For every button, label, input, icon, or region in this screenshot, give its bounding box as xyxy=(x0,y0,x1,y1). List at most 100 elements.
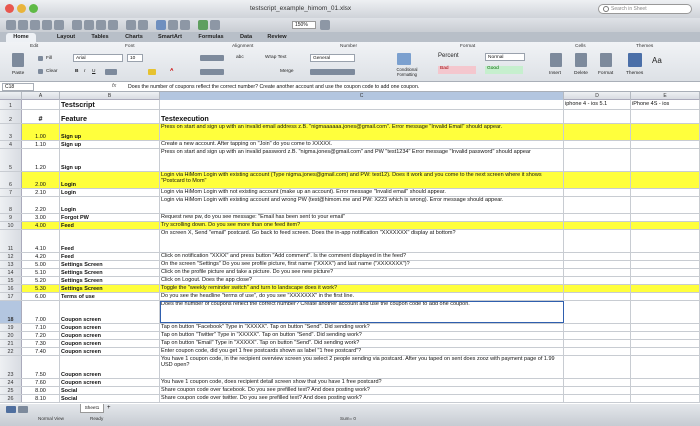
bold-icon[interactable]: B xyxy=(75,69,78,74)
row-header[interactable]: 25 xyxy=(0,387,22,394)
fill-color-icon[interactable] xyxy=(148,69,156,75)
zoom-select[interactable]: 150% xyxy=(292,21,316,29)
cell-number[interactable]: 4.00 xyxy=(22,222,60,229)
column-header-a[interactable]: A xyxy=(22,92,60,100)
row-header[interactable]: 11 xyxy=(0,230,22,252)
cell-number[interactable]: 7.60 xyxy=(22,379,60,386)
row-header[interactable]: 1 xyxy=(0,100,22,109)
cell-device-iphone4[interactable] xyxy=(564,110,631,123)
cell-device-iphone4s[interactable] xyxy=(631,356,700,378)
fill-icon[interactable] xyxy=(38,56,43,61)
cell-device-iphone4[interactable] xyxy=(564,395,631,402)
clear-icon[interactable] xyxy=(38,69,43,74)
cell-device-iphone4[interactable] xyxy=(564,222,631,229)
save-icon[interactable] xyxy=(42,20,52,30)
number-format-select[interactable]: General xyxy=(310,54,355,62)
paste-icon[interactable] xyxy=(96,20,106,30)
cell-number[interactable]: 7.10 xyxy=(22,324,60,331)
close-icon[interactable] xyxy=(5,4,14,13)
cell-device-iphone4[interactable] xyxy=(564,261,631,268)
row-header[interactable]: 16 xyxy=(0,285,22,292)
fx-icon[interactable]: fx xyxy=(112,83,116,89)
cell-number[interactable]: 5.30 xyxy=(22,285,60,292)
cell-number[interactable]: 3.00 xyxy=(22,214,60,221)
copy-icon[interactable] xyxy=(84,20,94,30)
cell-feature[interactable]: Social xyxy=(60,395,160,402)
borders-icon[interactable] xyxy=(105,69,117,75)
cell-device-iphone4s[interactable] xyxy=(631,253,700,260)
zoom-icon[interactable] xyxy=(29,4,38,13)
cell-device-iphone4[interactable] xyxy=(564,197,631,213)
cell-device-iphone4s[interactable] xyxy=(631,301,700,323)
open-icon[interactable] xyxy=(30,20,40,30)
cell-device-iphone4[interactable] xyxy=(564,387,631,394)
cell-testexecution[interactable]: You have 1 coupon code, in the recipient… xyxy=(160,356,564,378)
cell-feature[interactable]: Coupon screen xyxy=(60,324,160,331)
cell-testexecution[interactable]: Login via HiMom Login with not existing … xyxy=(160,189,564,196)
abc-button[interactable]: abc xyxy=(236,55,244,60)
column-header-c[interactable]: C xyxy=(160,92,564,100)
cell-testexecution[interactable]: Request new pw, do you see message: "Ema… xyxy=(160,214,564,221)
cell-device-iphone4s[interactable] xyxy=(631,172,700,188)
cell-device-iphone4[interactable] xyxy=(564,230,631,252)
cell-number[interactable]: 5.20 xyxy=(22,277,60,284)
filter-icon[interactable] xyxy=(180,20,190,30)
cell-device-iphone4[interactable] xyxy=(564,301,631,323)
cell-device-iphone4s[interactable] xyxy=(631,214,700,221)
row-header[interactable]: 18 xyxy=(0,301,22,323)
style-good[interactable]: Good xyxy=(485,66,523,74)
row-header[interactable]: 4 xyxy=(0,141,22,148)
tab-charts[interactable]: Charts xyxy=(120,33,148,42)
formula-input[interactable]: Does the number of coupons reflect the c… xyxy=(128,83,419,91)
cell-number[interactable]: 4.20 xyxy=(22,253,60,260)
normal-view-icon[interactable] xyxy=(6,406,16,413)
autosum-icon[interactable] xyxy=(156,20,166,30)
conditional-formatting-icon[interactable] xyxy=(397,53,411,65)
cell-number[interactable]: 2.20 xyxy=(22,197,60,213)
cell-number[interactable]: 4.10 xyxy=(22,230,60,252)
cell-device-iphone4s[interactable] xyxy=(631,261,700,268)
cell-feature[interactable]: Feature xyxy=(60,110,160,123)
cell-number[interactable]: 2.10 xyxy=(22,189,60,196)
cell-device-iphone4s[interactable] xyxy=(631,395,700,402)
row-header[interactable]: 7 xyxy=(0,189,22,196)
style-normal[interactable]: Normal xyxy=(485,53,525,61)
cell-device-iphone4s[interactable] xyxy=(631,348,700,355)
cell-testexecution[interactable]: Click on the profile picture and take a … xyxy=(160,269,564,276)
tab-tables[interactable]: Tables xyxy=(87,33,113,42)
cell-number[interactable]: 5.10 xyxy=(22,269,60,276)
theme-fonts-button[interactable]: Aa xyxy=(652,56,662,65)
template-icon[interactable] xyxy=(18,20,28,30)
cell-testexecution[interactable]: Share coupon code over twitter. Do you s… xyxy=(160,395,564,402)
merge-button[interactable]: Merge xyxy=(280,69,294,74)
cell-device-iphone4s[interactable] xyxy=(631,379,700,386)
cell-feature[interactable]: Coupon screen xyxy=(60,332,160,339)
tab-home[interactable]: Home xyxy=(6,33,36,42)
cell-feature[interactable]: Testscript xyxy=(60,100,160,109)
tab-review[interactable]: Review xyxy=(263,33,291,42)
delete-icon[interactable] xyxy=(575,53,587,67)
row-header[interactable]: 15 xyxy=(0,277,22,284)
cell-device-iphone4[interactable] xyxy=(564,172,631,188)
cell-feature[interactable]: Settings Screen xyxy=(60,269,160,276)
toolbox-icon[interactable] xyxy=(210,20,220,30)
row-header[interactable]: 26 xyxy=(0,395,22,402)
row-header[interactable]: 12 xyxy=(0,253,22,260)
cell-feature[interactable]: Sign up xyxy=(60,124,160,140)
cell-number[interactable] xyxy=(22,100,60,109)
cell-testexecution[interactable]: On screen X, Send "email" postcard. Go b… xyxy=(160,230,564,252)
fill-button[interactable]: Fill xyxy=(46,56,52,61)
wrap-text-button[interactable]: Wrap Text xyxy=(265,55,286,60)
cell-device-iphone4s[interactable] xyxy=(631,189,700,196)
cell-device-iphone4[interactable] xyxy=(564,379,631,386)
cell-testexecution[interactable]: Does the number of coupons reflect the c… xyxy=(160,301,564,323)
row-header[interactable]: 17 xyxy=(0,293,22,300)
column-header-d[interactable]: D xyxy=(564,92,631,100)
cell-feature[interactable]: Coupon screen xyxy=(60,379,160,386)
row-header[interactable]: 21 xyxy=(0,340,22,347)
cell-number[interactable]: 6.00 xyxy=(22,293,60,300)
cell-device-iphone4[interactable]: iphone 4 - ios 5.1 xyxy=(564,100,631,109)
cell-device-iphone4[interactable] xyxy=(564,324,631,331)
cell-device-iphone4s[interactable] xyxy=(631,269,700,276)
cell-testexecution[interactable]: You have 1 coupon code, does recipient d… xyxy=(160,379,564,386)
